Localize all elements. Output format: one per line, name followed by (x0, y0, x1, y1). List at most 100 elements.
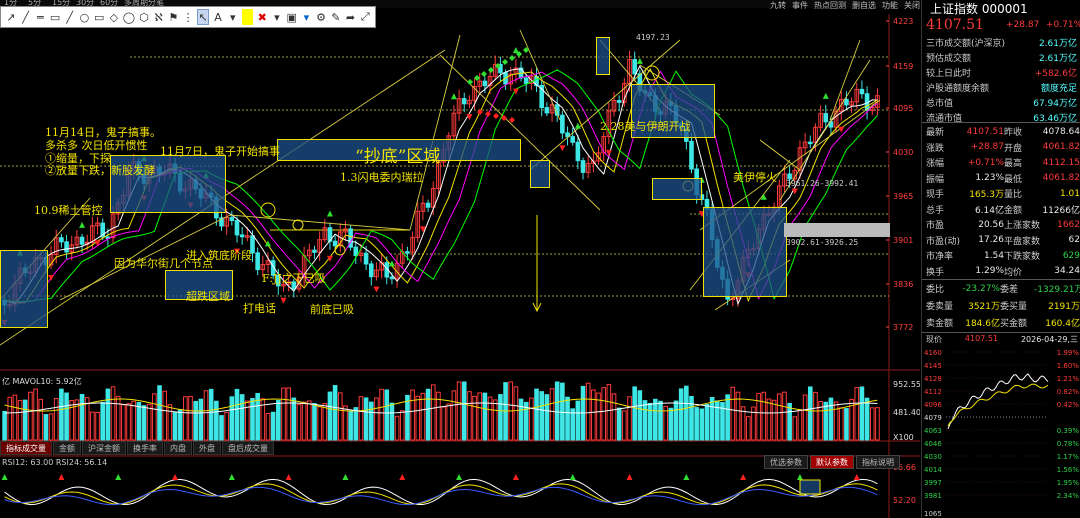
mini-right-tick: 0.39% (1057, 427, 1080, 435)
candle-body (332, 240, 338, 247)
drawing-toolbar[interactable]: ↗ ╱ ═ ▭ ╱ ○ ▭ ◇ ◯ ⬡ ℵ ⚑ ⋮ ↖ A ▾ ■ ✖ ▾ ▣ ▾ ⚙ ✎ ➦ ⤢ (0, 6, 376, 28)
draw-tool-8-icon[interactable]: ◯ (123, 9, 135, 25)
volume-bar (146, 403, 152, 441)
param-tab-1[interactable]: 默认参数 (810, 455, 854, 469)
blue-zone-6 (703, 207, 787, 297)
draw-tool-14-icon[interactable]: A (212, 9, 224, 25)
quote-cell: 34.24 (1054, 266, 1080, 276)
top-right-item-0[interactable]: 九转 (770, 0, 786, 14)
draw-tool-3-icon[interactable]: ▭ (49, 9, 61, 25)
volume-bar (709, 396, 715, 441)
top-right-item-5[interactable]: 关闭 (904, 0, 920, 14)
draw-tool-21-icon[interactable]: ⚙ (315, 9, 327, 25)
draw-tool-11-icon[interactable]: ⚑ (168, 9, 180, 25)
draw-tool-5-icon[interactable]: ○ (79, 9, 91, 25)
commission-cell: 184.6亿 (965, 319, 1000, 329)
quote-row-4: 现手 165.3万 量比 1.01 (926, 186, 1080, 201)
annotation-venezuela: 1.3闪电委内瑞拉 (340, 171, 424, 184)
quote-cell: 6.14亿 (974, 205, 1004, 216)
quote-cell: 振幅 (926, 174, 945, 185)
volume-bar (141, 405, 147, 441)
annotation-volume-drop: ②放量下跌，新股发酵 (45, 164, 155, 177)
param-tab-0[interactable]: 优选参数 (764, 455, 808, 469)
volume-bar (100, 401, 106, 441)
divider (922, 279, 1080, 280)
top-right-item-1[interactable]: 事件 (792, 0, 808, 14)
top-right-item-3[interactable]: 删自选 (852, 0, 876, 14)
draw-tool-15-icon[interactable]: ▾ (227, 9, 239, 25)
volume-bar (405, 394, 410, 441)
index-pct: +0.71% (1046, 20, 1080, 30)
draw-tool-22-icon[interactable]: ✎ (330, 9, 342, 25)
mini-right-tick: 1.56% (1057, 466, 1080, 474)
stat-label: 预估成交额 (926, 54, 972, 64)
volume-bar (699, 408, 705, 441)
rsi-signal-icon (683, 474, 690, 480)
sell-marker-icon (48, 274, 55, 281)
volume-bar (415, 395, 421, 441)
volume-bar (467, 391, 472, 441)
commission-row-1: 委卖量 3521万 委买量 2191万 (926, 298, 1080, 313)
volume-bar (12, 394, 18, 441)
draw-tool-20-icon[interactable]: ▾ (301, 9, 313, 25)
draw-tool-19-icon[interactable]: ▣ (286, 9, 298, 25)
commission-cell: 3521万 (968, 302, 1000, 312)
draw-tool-16-icon[interactable]: ■ (241, 9, 254, 25)
param-tab-2[interactable]: 指标说明 (856, 455, 900, 469)
indicator-tab-5[interactable]: 外盘 (193, 441, 221, 455)
volume-bar (554, 381, 560, 441)
candle-body (389, 276, 395, 280)
volume-bar (177, 408, 183, 441)
indicator-tab-1[interactable]: 金额 (53, 441, 81, 455)
indicator-tabs[interactable]: 指标成交量 金额 沪深金额 换手率 内盘 外盘 盘后成交量 (0, 441, 274, 455)
indicator-tab-0[interactable]: 指标成交量 (0, 441, 52, 455)
trend-line (229, 214, 411, 231)
param-tabs[interactable]: 优选参数 默认参数 指标说明 (764, 455, 900, 469)
volume-bar (95, 411, 100, 441)
draw-tool-4-icon[interactable]: ╱ (64, 9, 76, 25)
price-tick: 3772 (893, 323, 913, 332)
top-right-item-2[interactable]: 热点回测 (814, 0, 846, 14)
draw-tool-13-icon[interactable]: ↖ (196, 9, 210, 25)
draw-tool-10-icon[interactable]: ℵ (153, 9, 165, 25)
mini-left-tick: 4128 (924, 375, 942, 383)
indicator-tab-2[interactable]: 沪深金额 (82, 441, 126, 455)
draw-tool-24-icon[interactable]: ⤢ (359, 9, 371, 25)
candle-body (575, 141, 581, 162)
quote-cell: 1.54 (983, 250, 1004, 261)
buy-marker-icon (326, 210, 333, 217)
rsi-signal-icon (796, 474, 803, 480)
indicator-tab-4[interactable]: 内盘 (164, 441, 192, 455)
draw-tool-2-icon[interactable]: ═ (34, 9, 46, 25)
draw-tool-17-icon[interactable]: ✖ (256, 9, 268, 25)
volume-bar (276, 400, 281, 441)
indicator-tab-6[interactable]: 盘后成交量 (222, 441, 274, 455)
volume-bar (606, 383, 612, 441)
volume-bar (33, 388, 38, 441)
intraday-mini-chart[interactable]: 4160 1.99% 4145 1.60% 4128 1.21% 4112 0.82% 4096… (922, 344, 1080, 518)
candle-body (689, 140, 694, 170)
draw-tool-12-icon[interactable]: ⋮ (182, 9, 194, 25)
quote-cell: 62 (1068, 235, 1080, 245)
draw-tool-6-icon[interactable]: ▭ (93, 9, 105, 25)
draw-tool-7-icon[interactable]: ◇ (108, 9, 120, 25)
quote-row-2: 涨幅 +0.71% 最高 4112.15 (926, 155, 1080, 170)
price-tick: 3836 (893, 280, 913, 289)
draw-tool-18-icon[interactable]: ▾ (271, 9, 283, 25)
top-right-item-4[interactable]: 功能 (882, 0, 898, 14)
volume-bar (745, 416, 751, 441)
draw-tool-23-icon[interactable]: ➦ (345, 9, 357, 25)
mini-left-tick: 4046 (924, 440, 942, 448)
volume-bar (761, 391, 767, 441)
mini-left-tick: 4096 (924, 401, 942, 409)
rsi-signal-icon (228, 474, 235, 480)
draw-tool-0-icon[interactable]: ↗ (5, 9, 17, 25)
draw-tool-1-icon[interactable]: ╱ (20, 9, 32, 25)
volume-bar (642, 400, 648, 441)
volume-bar (694, 407, 699, 441)
volume-bar (549, 388, 555, 441)
mini-left-tick: 4160 (924, 349, 942, 357)
indicator-tab-3[interactable]: 换手率 (127, 441, 163, 455)
rsi-signal-icon (569, 474, 576, 480)
draw-tool-9-icon[interactable]: ⬡ (138, 9, 150, 25)
